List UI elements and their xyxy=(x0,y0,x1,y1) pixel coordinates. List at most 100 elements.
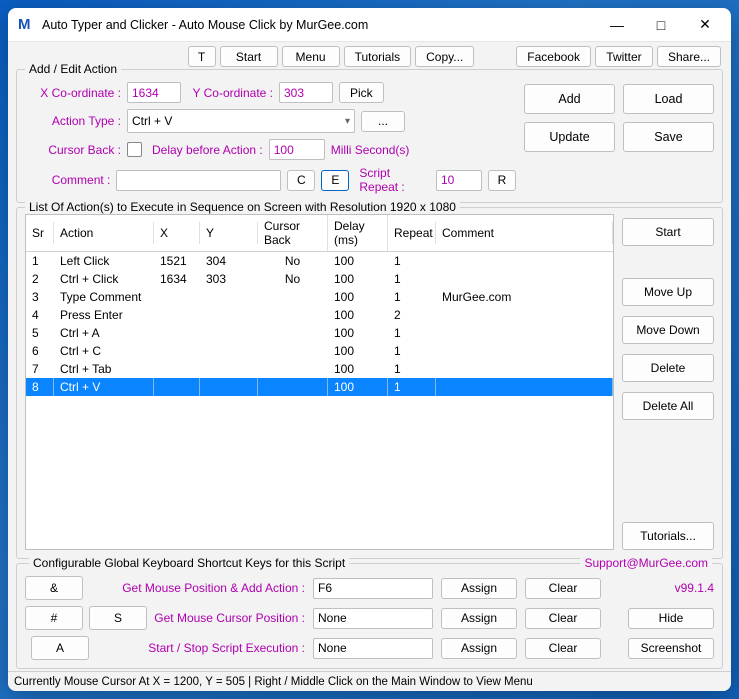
update-button[interactable]: Update xyxy=(524,122,615,152)
cell-sr: 7 xyxy=(26,360,54,378)
amp-button[interactable]: & xyxy=(25,576,83,600)
delete-all-button[interactable]: Delete All xyxy=(622,392,714,420)
clear1-button[interactable]: Clear xyxy=(525,578,601,599)
action-ellipsis-button[interactable]: ... xyxy=(361,111,405,132)
cell-cursor xyxy=(258,360,328,378)
cell-cursor xyxy=(258,378,328,396)
c-button[interactable]: C xyxy=(287,170,315,191)
shortcut-panel: Configurable Global Keyboard Shortcut Ke… xyxy=(16,563,723,669)
start-button[interactable]: Start xyxy=(622,218,714,246)
t-button[interactable]: T xyxy=(188,46,216,67)
title-bar[interactable]: M Auto Typer and Clicker - Auto Mouse Cl… xyxy=(8,8,731,42)
move-up-button[interactable]: Move Up xyxy=(622,278,714,306)
cell-x: 1634 xyxy=(154,270,200,288)
script-repeat-label: Script Repeat : xyxy=(359,166,430,194)
col-cursor[interactable]: Cursor Back xyxy=(258,215,328,251)
screenshot-button[interactable]: Screenshot xyxy=(628,638,714,659)
cell-repeat: 1 xyxy=(388,252,436,270)
table-row[interactable]: 5Ctrl + A1001 xyxy=(26,324,613,342)
cell-sr: 6 xyxy=(26,342,54,360)
menu-button[interactable]: Menu xyxy=(282,46,340,67)
a-button[interactable]: A xyxy=(31,636,89,660)
cell-cursor xyxy=(258,306,328,324)
tutorials-button[interactable]: Tutorials... xyxy=(622,522,714,550)
action-type-select[interactable]: Ctrl + V ▾ xyxy=(127,109,355,133)
action-type-label: Action Type : xyxy=(25,114,121,128)
cell-comment xyxy=(436,378,613,396)
move-down-button[interactable]: Move Down xyxy=(622,316,714,344)
assign2-button[interactable]: Assign xyxy=(441,608,517,629)
action-type-value: Ctrl + V xyxy=(132,114,172,128)
y-coord-input[interactable] xyxy=(279,82,333,103)
delete-button[interactable]: Delete xyxy=(622,354,714,382)
version-label[interactable]: v99.1.4 xyxy=(628,581,714,595)
cell-delay: 100 xyxy=(328,288,388,306)
x-coord-input[interactable] xyxy=(127,82,181,103)
table-row[interactable]: 8Ctrl + V1001 xyxy=(26,378,613,396)
add-button[interactable]: Add xyxy=(524,84,615,114)
y-coord-label: Y Co-ordinate : xyxy=(187,86,273,100)
start-top-button[interactable]: Start xyxy=(220,46,278,67)
facebook-button[interactable]: Facebook xyxy=(516,46,591,67)
col-action[interactable]: Action xyxy=(54,222,154,244)
action-list[interactable]: Sr Action X Y Cursor Back Delay (ms) Rep… xyxy=(25,214,614,550)
clear2-button[interactable]: Clear xyxy=(525,608,601,629)
copy-button[interactable]: Copy... xyxy=(415,46,474,67)
assign3-button[interactable]: Assign xyxy=(441,638,517,659)
table-row[interactable]: 1Left Click1521304No1001 xyxy=(26,252,613,270)
clear3-button[interactable]: Clear xyxy=(525,638,601,659)
script-repeat-input[interactable] xyxy=(436,170,482,191)
hash-button[interactable]: # xyxy=(25,606,83,630)
minimize-button[interactable]: — xyxy=(595,11,639,39)
cursor-back-checkbox[interactable] xyxy=(127,142,142,157)
cell-y xyxy=(200,342,258,360)
load-button[interactable]: Load xyxy=(623,84,714,114)
cell-delay: 100 xyxy=(328,306,388,324)
table-row[interactable]: 4Press Enter1002 xyxy=(26,306,613,324)
row1-input[interactable] xyxy=(313,578,433,599)
cell-comment xyxy=(436,270,613,288)
table-row[interactable]: 7Ctrl + Tab1001 xyxy=(26,360,613,378)
share-button[interactable]: Share... xyxy=(657,46,721,67)
cell-delay: 100 xyxy=(328,324,388,342)
col-delay[interactable]: Delay (ms) xyxy=(328,215,388,251)
cursor-back-label: Cursor Back : xyxy=(25,143,121,157)
app-logo-icon: M xyxy=(18,17,34,33)
twitter-button[interactable]: Twitter xyxy=(595,46,653,67)
col-sr[interactable]: Sr xyxy=(26,222,54,244)
comment-input[interactable] xyxy=(116,170,281,191)
save-button[interactable]: Save xyxy=(623,122,714,152)
row2-input[interactable] xyxy=(313,608,433,629)
cell-repeat: 1 xyxy=(388,270,436,288)
assign1-button[interactable]: Assign xyxy=(441,578,517,599)
table-row[interactable]: 3Type Comment1001MurGee.com xyxy=(26,288,613,306)
row3-label: Start / Stop Script Execution : xyxy=(89,641,305,655)
table-row[interactable]: 6Ctrl + C1001 xyxy=(26,342,613,360)
cell-delay: 100 xyxy=(328,360,388,378)
support-link[interactable]: Support@MurGee.com xyxy=(580,556,712,570)
e-button[interactable]: E xyxy=(321,170,349,191)
maximize-button[interactable]: □ xyxy=(639,11,683,39)
col-y[interactable]: Y xyxy=(200,222,258,244)
pick-button[interactable]: Pick xyxy=(339,82,384,103)
col-x[interactable]: X xyxy=(154,222,200,244)
cell-action: Left Click xyxy=(54,252,154,270)
tutorials-top-button[interactable]: Tutorials xyxy=(344,46,412,67)
cell-y: 303 xyxy=(200,270,258,288)
close-button[interactable]: ✕ xyxy=(683,11,727,39)
col-comment[interactable]: Comment xyxy=(436,222,613,244)
cell-action: Ctrl + V xyxy=(54,378,154,396)
delay-input[interactable] xyxy=(269,139,325,160)
cell-x xyxy=(154,378,200,396)
cell-y xyxy=(200,288,258,306)
table-row[interactable]: 2Ctrl + Click1634303No1001 xyxy=(26,270,613,288)
comment-label: Comment : xyxy=(25,173,110,187)
cell-comment xyxy=(436,342,613,360)
cell-delay: 100 xyxy=(328,378,388,396)
col-repeat[interactable]: Repeat xyxy=(388,222,436,244)
row3-input[interactable] xyxy=(313,638,433,659)
cell-action: Ctrl + A xyxy=(54,324,154,342)
r-button[interactable]: R xyxy=(488,170,516,191)
cell-x xyxy=(154,288,200,306)
hide-button[interactable]: Hide xyxy=(628,608,714,629)
